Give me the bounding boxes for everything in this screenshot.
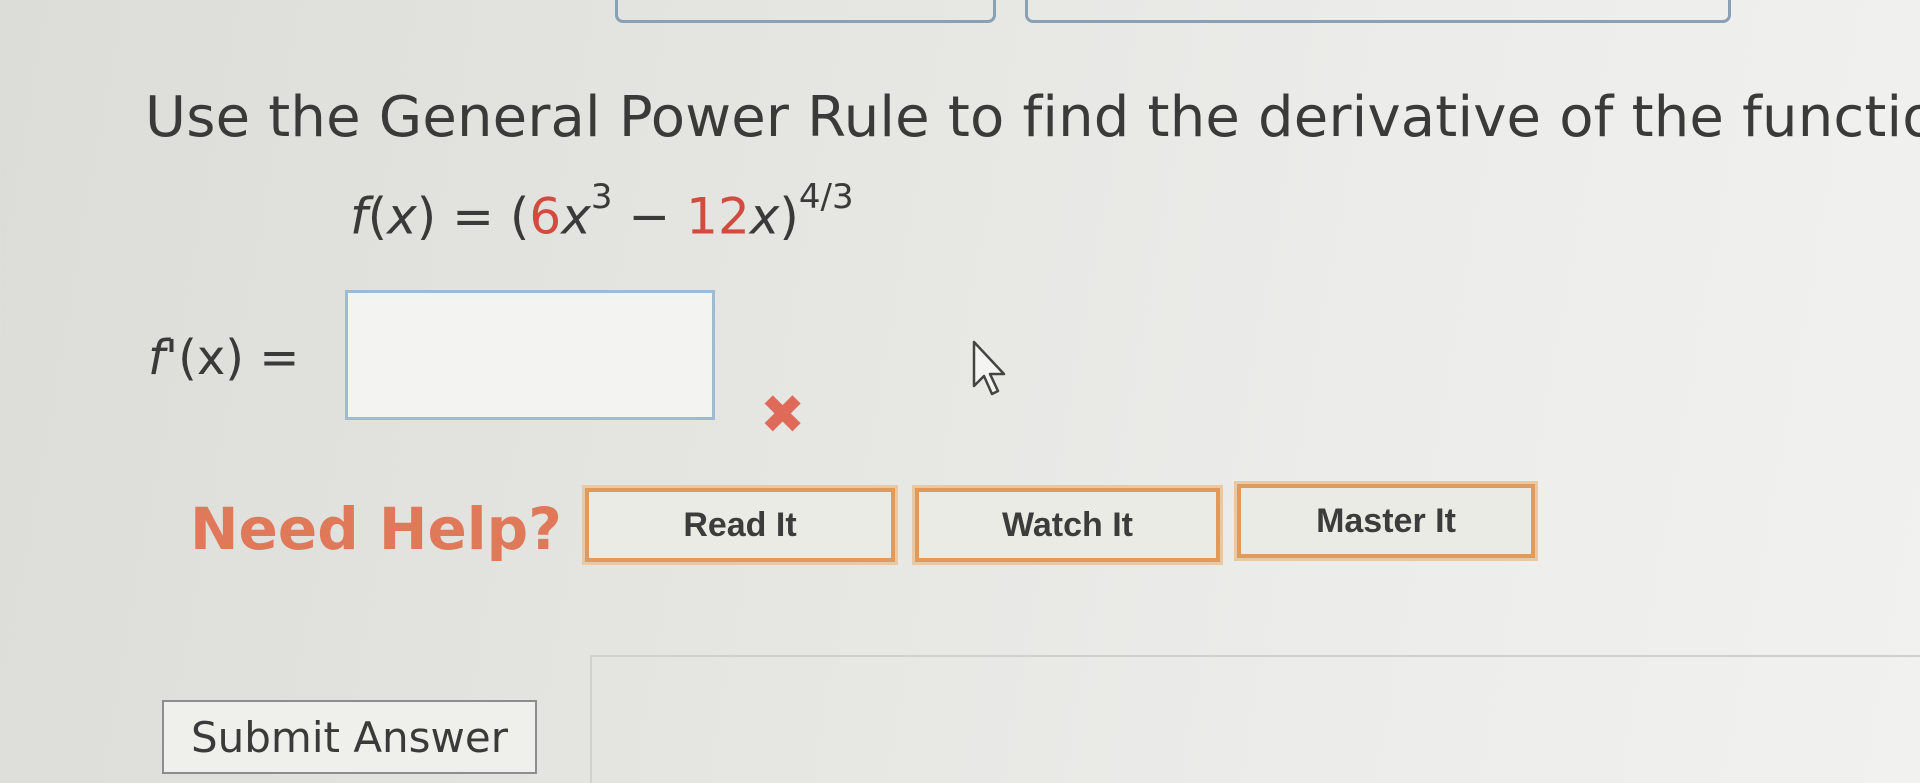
question-instruction: Use the General Power Rule to find the d… [145, 85, 1920, 150]
panel-divider [590, 655, 1920, 657]
top-panel-frame-left [615, 0, 996, 23]
inner-exponent: 3 [590, 177, 613, 217]
watch-it-button[interactable]: Watch It [912, 485, 1223, 565]
master-it-button[interactable]: Master It [1234, 481, 1538, 561]
function-subtrahend: 12 [686, 187, 750, 246]
read-it-button[interactable]: Read It [582, 485, 898, 565]
outer-exponent: 4/3 [798, 177, 854, 217]
x-mark-icon: ✖ [760, 383, 806, 446]
panel-divider-vertical [590, 655, 592, 783]
top-panel-frame-right [1025, 0, 1731, 23]
function-coefficient: 6 [529, 187, 562, 246]
function-name: f [350, 187, 368, 246]
need-help-label: Need Help? [190, 495, 562, 563]
function-expression: f(x) = (6x3 − 12x)4/3 [350, 177, 854, 246]
function-variable: x [387, 187, 417, 246]
answer-input[interactable] [345, 290, 715, 420]
mouse-pointer-icon [970, 340, 1010, 404]
submit-answer-button[interactable]: Submit Answer [162, 700, 537, 774]
answer-label: f'(x) = [148, 330, 300, 386]
